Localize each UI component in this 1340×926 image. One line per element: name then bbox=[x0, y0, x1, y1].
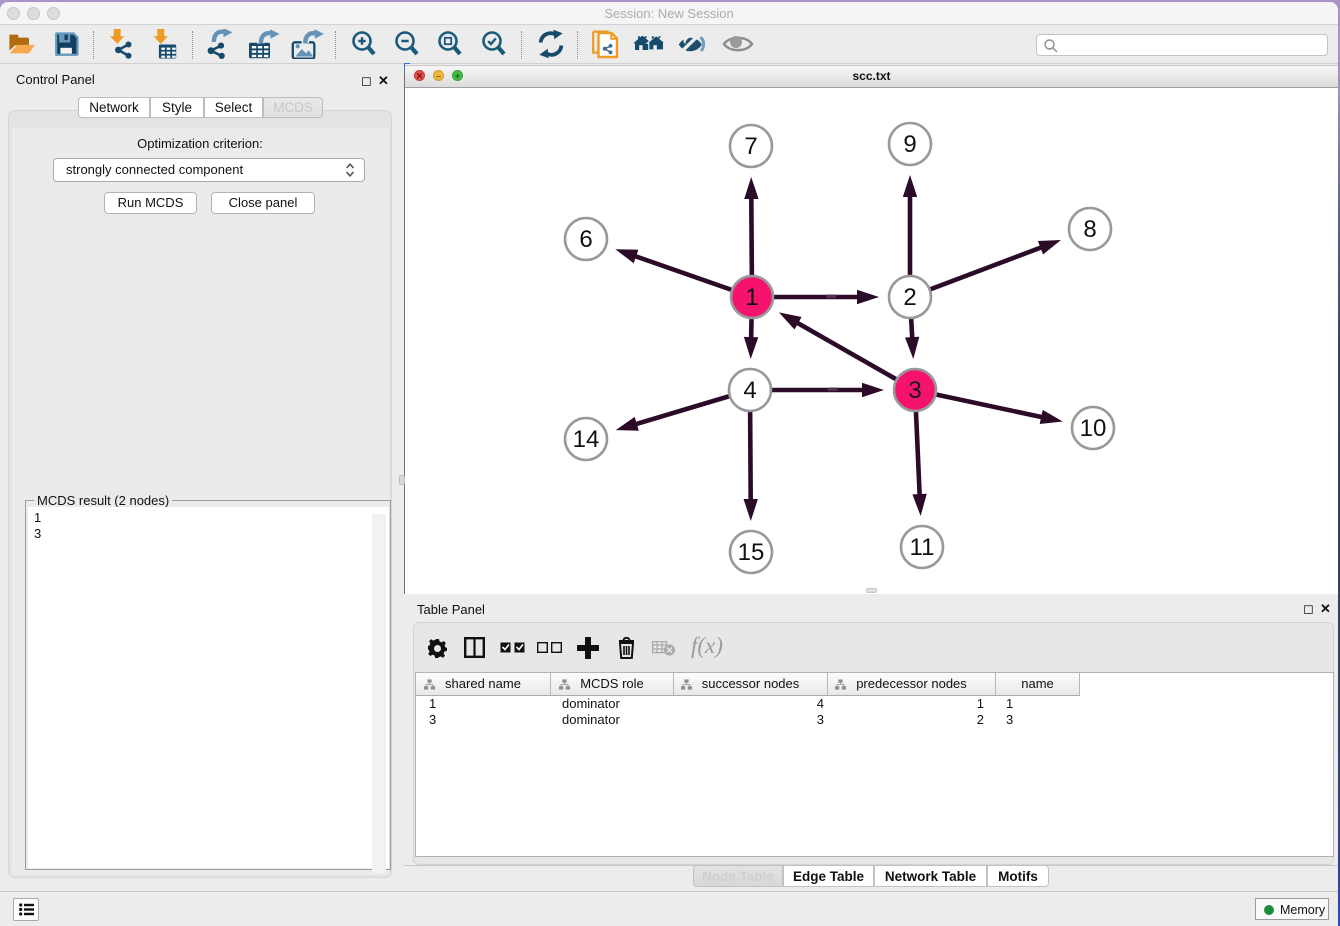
svg-text:14: 14 bbox=[573, 426, 600, 453]
svg-text:7: 7 bbox=[744, 133, 757, 160]
svg-text:11: 11 bbox=[910, 534, 935, 561]
svg-text:2: 2 bbox=[903, 284, 916, 311]
svg-text:3: 3 bbox=[908, 377, 921, 404]
svg-text:8: 8 bbox=[1083, 216, 1096, 243]
svg-text:9: 9 bbox=[903, 131, 916, 158]
svg-text:4: 4 bbox=[743, 377, 756, 404]
svg-text:6: 6 bbox=[579, 226, 592, 253]
svg-text:10: 10 bbox=[1080, 415, 1107, 442]
svg-text:1: 1 bbox=[745, 284, 758, 311]
svg-text:15: 15 bbox=[738, 539, 765, 566]
